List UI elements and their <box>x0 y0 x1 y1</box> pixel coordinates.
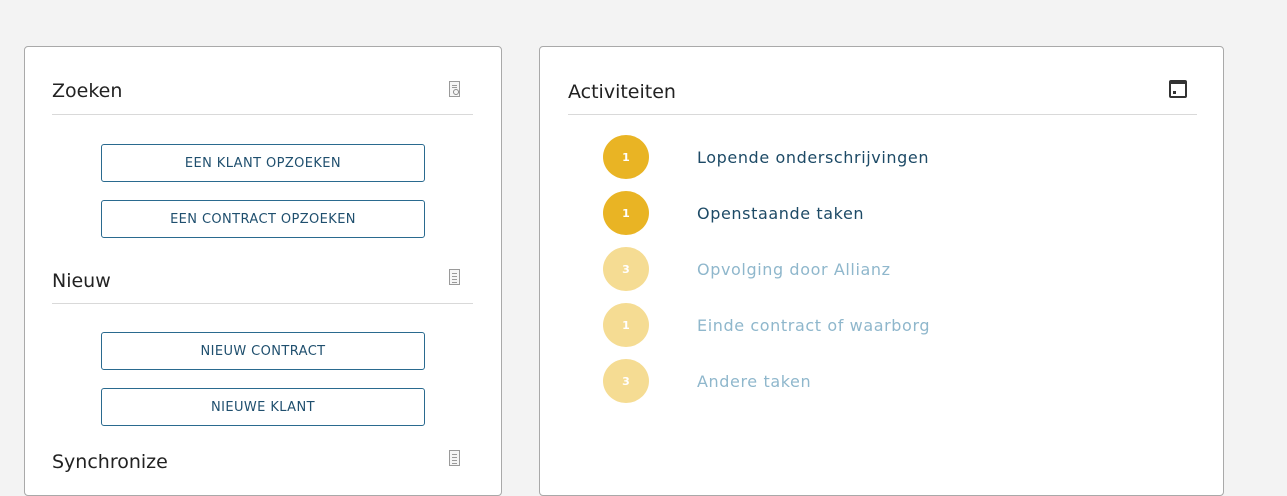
document-icon[interactable] <box>449 450 460 466</box>
search-contract-button[interactable]: EEN CONTRACT OPZOEKEN <box>101 200 425 238</box>
activity-item[interactable]: 3 Andere taken <box>603 359 811 403</box>
activity-item[interactable]: 1 Lopende onderschrijvingen <box>603 135 929 179</box>
search-document-icon[interactable] <box>449 81 460 97</box>
calendar-icon[interactable] <box>1169 80 1187 98</box>
activity-label: Openstaande taken <box>697 203 865 223</box>
activity-item[interactable]: 1 Einde contract of waarborg <box>603 303 930 347</box>
count-badge: 1 <box>603 135 649 179</box>
activities-divider <box>568 114 1197 115</box>
activity-label: Lopende onderschrijvingen <box>697 147 930 167</box>
activities-panel: Activiteiten 1 Lopende onderschrijvingen… <box>539 46 1224 496</box>
new-client-button[interactable]: NIEUWE KLANT <box>101 388 425 426</box>
search-client-button[interactable]: EEN KLANT OPZOEKEN <box>101 144 425 182</box>
new-contract-button[interactable]: NIEUW CONTRACT <box>101 332 425 370</box>
count-badge: 3 <box>603 359 649 403</box>
search-divider <box>52 114 473 115</box>
activity-label: Opvolging door Allianz <box>697 259 891 279</box>
count-badge: 1 <box>603 303 649 347</box>
new-section-title: Nieuw <box>52 270 111 292</box>
activities-title: Activiteiten <box>568 81 676 103</box>
count-badge: 1 <box>603 191 649 235</box>
activity-item[interactable]: 3 Opvolging door Allianz <box>603 247 891 291</box>
search-section-title: Zoeken <box>52 80 123 102</box>
activity-label: Andere taken <box>697 371 812 391</box>
activity-item[interactable]: 1 Openstaande taken <box>603 191 864 235</box>
sync-section-title: Synchronize <box>52 451 168 473</box>
activity-label: Einde contract of waarborg <box>697 315 931 335</box>
document-icon[interactable] <box>449 269 460 285</box>
count-badge: 3 <box>603 247 649 291</box>
left-panel: Zoeken EEN KLANT OPZOEKEN EEN CONTRACT O… <box>24 46 502 496</box>
new-divider <box>52 303 473 304</box>
